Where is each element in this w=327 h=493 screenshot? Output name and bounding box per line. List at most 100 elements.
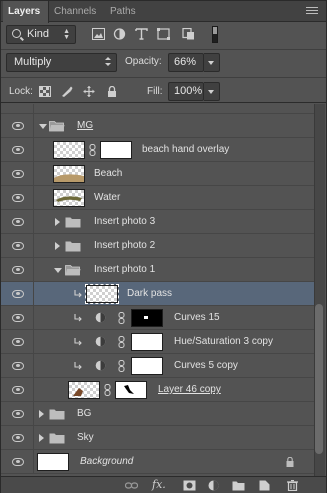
delete-icon[interactable] xyxy=(286,480,299,491)
caret-right-icon[interactable] xyxy=(55,242,60,250)
adjustment-layer-icon xyxy=(95,360,106,371)
smart-object-filter-icon[interactable] xyxy=(182,28,195,40)
layer-name: MG xyxy=(77,120,94,131)
fill-dropdown-button[interactable] xyxy=(204,82,220,101)
caret-right-icon[interactable] xyxy=(39,434,44,442)
scrollbar-thumb[interactable] xyxy=(315,304,323,454)
opacity-label: Opacity: xyxy=(125,56,162,67)
caret-down-icon[interactable] xyxy=(39,124,47,129)
lock-position-icon[interactable] xyxy=(83,86,95,97)
new-layer-icon[interactable] xyxy=(258,480,271,491)
layer-mask-thumbnail[interactable] xyxy=(131,333,163,351)
layer-name: Sky xyxy=(77,432,94,443)
eye-icon[interactable] xyxy=(12,146,24,154)
layer-row-layer-46-copy[interactable]: Layer 46 copy xyxy=(1,378,314,402)
tab-channels[interactable]: Channels xyxy=(49,1,105,22)
layer-thumbnail[interactable] xyxy=(68,381,100,399)
layer-thumbnail[interactable] xyxy=(53,141,85,159)
new-group-icon[interactable] xyxy=(232,480,245,491)
chain-link-icon[interactable] xyxy=(104,384,111,396)
layer-mask-thumbnail[interactable] xyxy=(100,141,132,159)
caret-right-icon[interactable] xyxy=(55,218,60,226)
chain-link-icon[interactable] xyxy=(118,312,125,324)
eye-icon[interactable] xyxy=(12,290,24,298)
fill-field[interactable]: 100% xyxy=(168,82,204,101)
eye-icon[interactable] xyxy=(12,434,24,442)
layer-row-curves-5-copy[interactable]: Curves 5 copy xyxy=(1,354,314,378)
eye-icon[interactable] xyxy=(12,242,24,250)
eye-icon[interactable] xyxy=(12,218,24,226)
layers-panel: Layers Channels Paths Kind ▲ ▼ Multiply … xyxy=(0,0,327,493)
opacity-field[interactable]: 66% xyxy=(168,53,204,72)
layer-row-insert-photo-3[interactable]: Insert photo 3 xyxy=(1,210,314,234)
opacity-value: 66% xyxy=(174,56,197,68)
eye-icon[interactable] xyxy=(12,458,24,466)
eye-icon[interactable] xyxy=(12,194,24,202)
eye-icon[interactable] xyxy=(12,122,24,130)
lock-all-icon[interactable] xyxy=(106,86,118,97)
layer-row-curves-15[interactable]: Curves 15 xyxy=(1,306,314,330)
caret-down-icon[interactable] xyxy=(54,268,62,273)
search-icon xyxy=(12,29,21,38)
eye-icon[interactable] xyxy=(12,338,24,346)
layer-name: Insert photo 1 xyxy=(94,264,156,275)
shape-filter-icon[interactable] xyxy=(157,28,170,40)
link-layers-icon[interactable] xyxy=(125,480,138,491)
eye-icon[interactable] xyxy=(12,410,24,418)
eye-icon[interactable] xyxy=(12,266,24,274)
new-adjustment-icon[interactable] xyxy=(207,480,220,491)
layer-mask-thumbnail[interactable] xyxy=(115,381,147,399)
layer-name: Curves 5 copy xyxy=(174,360,238,371)
layer-name: Insert photo 2 xyxy=(94,240,156,251)
clipping-mask-icon xyxy=(74,362,82,370)
layer-name: Water xyxy=(94,192,121,203)
lock-image-pixels-icon[interactable] xyxy=(61,86,73,97)
fill-value: 100% xyxy=(174,85,203,97)
adjustment-filter-icon[interactable] xyxy=(113,28,126,40)
layer-row-insert-photo-2[interactable]: Insert photo 2 xyxy=(1,234,314,258)
adjustment-layer-icon xyxy=(95,312,106,323)
tab-bar: Layers Channels Paths xyxy=(1,1,326,23)
layer-thumbnail[interactable] xyxy=(53,189,85,207)
eye-icon[interactable] xyxy=(12,386,24,394)
eye-icon[interactable] xyxy=(12,314,24,322)
tab-paths[interactable]: Paths xyxy=(105,1,145,22)
tab-layers[interactable]: Layers xyxy=(3,1,49,23)
layer-row-insert-photo-1[interactable]: Insert photo 1 xyxy=(1,258,314,282)
layer-row-background[interactable]: Background xyxy=(1,450,314,474)
blend-mode-select[interactable]: Multiply xyxy=(6,53,117,72)
kind-filter-select[interactable]: Kind ▲ ▼ xyxy=(6,25,76,44)
panel-menu-icon[interactable] xyxy=(306,3,320,17)
layer-row-dark-pass[interactable]: Dark pass xyxy=(1,282,314,306)
layer-name: BG xyxy=(77,408,92,419)
chain-link-icon[interactable] xyxy=(89,144,96,156)
layer-row-bg[interactable]: BG xyxy=(1,402,314,426)
chain-link-icon[interactable] xyxy=(118,336,125,348)
eye-icon[interactable] xyxy=(12,170,24,178)
type-filter-icon[interactable] xyxy=(135,28,148,40)
pixel-filter-icon[interactable] xyxy=(92,28,105,40)
add-mask-icon[interactable] xyxy=(183,480,196,491)
beach-thumbnail-image xyxy=(54,174,84,182)
layer-thumbnail[interactable] xyxy=(37,453,69,471)
layer-mask-thumbnail[interactable] xyxy=(131,357,163,375)
layer-row-water[interactable]: Water xyxy=(1,186,314,210)
layer-row-partial[interactable] xyxy=(1,104,314,114)
chain-link-icon[interactable] xyxy=(118,360,125,372)
layer-row-beach[interactable]: Beach xyxy=(1,162,314,186)
folder-icon xyxy=(49,409,65,420)
filter-toggle[interactable] xyxy=(212,26,218,43)
layer-mask-thumbnail[interactable] xyxy=(131,309,163,327)
opacity-dropdown-button[interactable] xyxy=(204,53,220,72)
layer-thumbnail[interactable] xyxy=(53,165,85,183)
layer-row-hue-saturation-3-copy[interactable]: Hue/Saturation 3 copy xyxy=(1,330,314,354)
layer-thumbnail[interactable] xyxy=(85,284,119,304)
layer-row-mg[interactable]: MG xyxy=(1,114,314,138)
fill-label: Fill: xyxy=(147,86,163,97)
lock-transparent-pixels-icon[interactable] xyxy=(39,86,51,97)
caret-right-icon[interactable] xyxy=(39,410,44,418)
fx-icon[interactable]: fx. xyxy=(152,478,166,491)
layer-row-sky[interactable]: Sky xyxy=(1,426,314,450)
eye-icon[interactable] xyxy=(12,362,24,370)
layer-row-beach-hand-overlay[interactable]: beach hand overlay xyxy=(1,138,314,162)
